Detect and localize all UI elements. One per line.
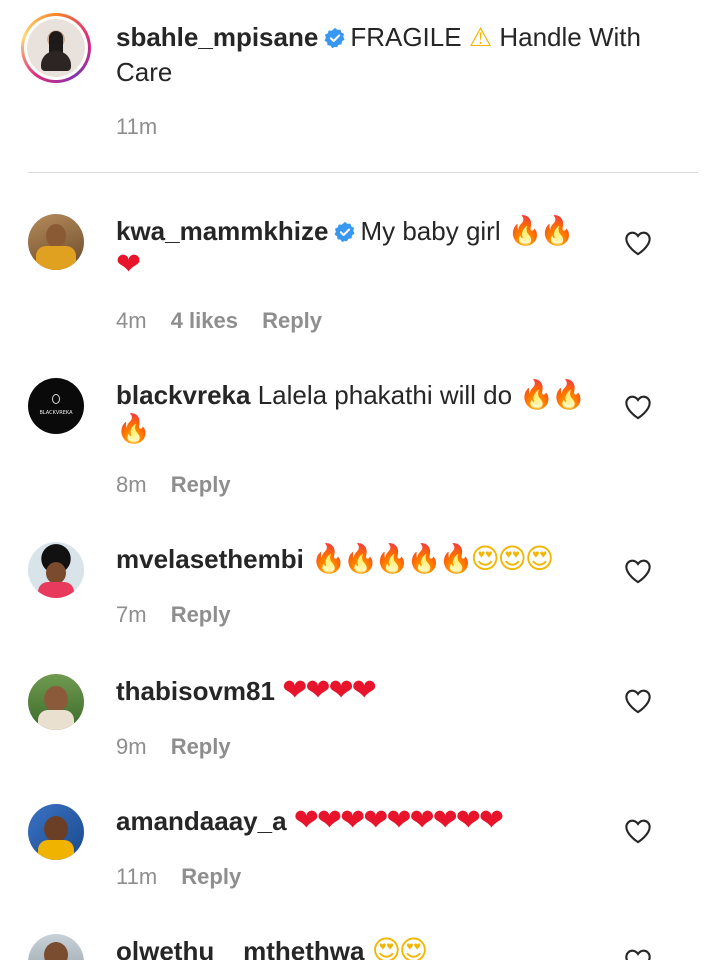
comment-body: kwa_mammkhize My baby girl 🔥🔥 ❤ [116,214,616,282]
fire-emoji: 🔥🔥🔥🔥🔥 [311,542,473,575]
likes-count[interactable]: 4 likes [171,308,238,333]
comment-body: blackvreka Lalela phakathi will do 🔥🔥 🔥 [116,378,616,446]
comment-text: Lalela phakathi will do [257,380,513,410]
comment-text: My baby girl [360,216,501,246]
verified-badge-icon [335,221,355,243]
heart-eyes-emoji: 😍😍😍 [470,542,554,575]
avatar[interactable] [28,542,84,598]
fire-emoji: 🔥🔥 [507,214,575,247]
comment-item: amandaaay_a ❤❤❤❤❤❤❤❤❤ 11m Reply [0,802,720,902]
comment-time: 7m [116,602,147,627]
comment-item: mvelasethembi 🔥🔥🔥🔥🔥😍😍😍 7m Reply [0,540,720,640]
reply-button[interactable]: Reply [171,734,231,759]
comment-meta: 7m Reply [116,602,249,628]
heart-outline-icon[interactable] [624,230,652,256]
caption-time: 11m [116,114,158,139]
comment-username[interactable]: amandaaay_a [116,806,287,836]
heart-outline-icon[interactable] [624,558,652,584]
reply-button[interactable]: Reply [171,602,231,627]
heart-emoji: ❤ [116,247,141,282]
comment-meta: 4m 4 likes Reply [116,308,340,334]
heart-emoji: ❤❤❤❤ [282,673,377,708]
avatar[interactable] [28,934,84,960]
comment-item: thabisovm81 ❤❤❤❤ 9m Reply [0,672,720,772]
comment-meta: 9m Reply [116,734,249,760]
avatar[interactable]: BLACKVREKA [28,378,84,434]
comment-item: olwethu__mthethwa 😍😍 [0,932,720,960]
comment-item: BLACKVREKA blackvreka Lalela phakathi wi… [0,376,720,506]
caption-text-start: FRAGILE [350,22,462,52]
comment-username[interactable]: thabisovm81 [116,676,275,706]
heart-outline-icon[interactable] [624,394,652,420]
comment-time: 4m [116,308,147,333]
avatar-logo-text: BLACKVREKA [39,410,73,416]
avatar[interactable] [28,214,84,270]
avatar[interactable] [28,674,84,730]
avatar [27,19,85,77]
comment-item: kwa_mammkhize My baby girl 🔥🔥 ❤ 4m 4 like… [0,210,720,350]
comment-meta: 11m Reply [116,864,259,890]
comment-body: amandaaay_a ❤❤❤❤❤❤❤❤❤ [116,804,636,838]
reply-button[interactable]: Reply [181,864,241,889]
caption-text: sbahle_mpisane FRAGILE ⚠ Handle With Care [116,20,676,89]
story-ring[interactable] [21,13,91,83]
heart-outline-icon[interactable] [624,818,652,844]
comment-username[interactable]: kwa_mammkhize [116,216,328,246]
caption-username[interactable]: sbahle_mpisane [116,22,318,52]
reply-button[interactable]: Reply [262,308,322,333]
warning-icon: ⚠ [468,23,493,53]
fire-emoji: 🔥 [116,412,151,445]
comment-time: 8m [116,472,147,497]
verified-badge-icon [324,27,345,49]
heart-eyes-emoji: 😍😍 [371,934,428,960]
heart-emoji: ❤❤❤❤❤❤❤❤❤ [293,803,504,838]
comment-time: 9m [116,734,147,759]
comment-body: mvelasethembi 🔥🔥🔥🔥🔥😍😍😍 [116,542,636,576]
post-caption: sbahle_mpisane FRAGILE ⚠ Handle With Care… [0,0,720,172]
fire-emoji: 🔥🔥 [519,378,586,411]
comment-body: thabisovm81 ❤❤❤❤ [116,674,636,708]
comment-username[interactable]: olwethu__mthethwa [116,936,364,960]
heart-outline-icon[interactable] [624,688,652,714]
heart-outline-icon[interactable] [624,948,652,960]
caption-meta: 11m [116,114,175,140]
avatar[interactable] [28,804,84,860]
comment-time: 11m [116,864,158,889]
divider [28,172,698,173]
comment-username[interactable]: blackvreka [116,380,250,410]
reply-button[interactable]: Reply [171,472,231,497]
comment-username[interactable]: mvelasethembi [116,544,304,574]
comment-meta: 8m Reply [116,472,249,498]
comment-body: olwethu__mthethwa 😍😍 [116,934,636,960]
